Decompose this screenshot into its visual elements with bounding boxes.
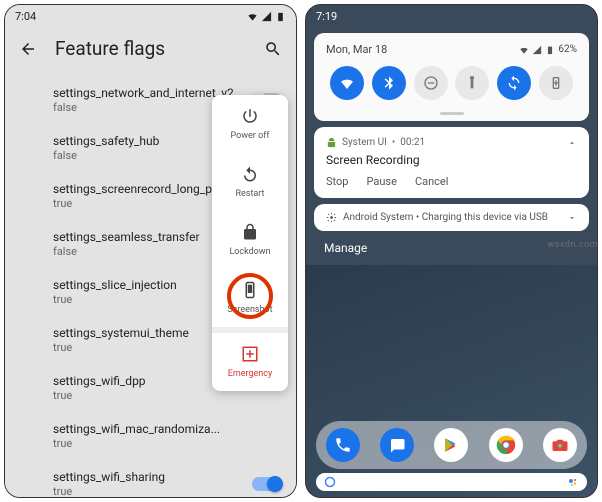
back-icon[interactable] [19,40,37,58]
toggle-switch[interactable] [252,477,282,491]
app-bar: Feature flags [5,27,296,76]
play-store-app-icon[interactable] [434,428,468,462]
flag-row[interactable]: settings_wifi_mac_randomiza...true [53,412,296,460]
flag-row[interactable]: settings_wifi_sharingtrue [53,460,296,497]
home-screen [306,265,597,497]
qs-header: Mon, Mar 18 62% [326,43,577,56]
phone-app-icon[interactable] [326,428,360,462]
qs-bluetooth-tile[interactable] [372,66,406,100]
search-pill[interactable] [316,473,587,491]
emergency-icon [241,345,259,363]
signal-icon [261,11,272,22]
signal-icon [532,45,542,55]
gear-icon [326,212,337,223]
qs-wifi-tile[interactable] [330,66,364,100]
page-title: Feature flags [55,37,246,60]
lockdown-button[interactable]: Lockdown [212,211,288,269]
battery-percent: 62% [558,44,577,55]
cancel-button[interactable]: Cancel [415,175,448,188]
dock [316,421,587,469]
annotation-highlight [227,273,273,319]
battery-icon [275,11,286,22]
watermark: wsxdn.com [548,240,598,250]
restart-button[interactable]: Restart [212,153,288,211]
qs-battery-saver-tile[interactable] [539,66,573,100]
phone-right-notification-shade: 7:19 Mon, Mar 18 62% [305,4,598,498]
android-icon [326,137,337,148]
status-bar: 7:19 [306,5,597,27]
qs-tiles-row [326,66,577,108]
notif-title: Screen Recording [326,153,577,167]
screenshot-button[interactable]: Screenshot [212,269,288,327]
camera-app-icon[interactable] [543,428,577,462]
status-time: 7:04 [15,10,36,23]
search-icon[interactable] [264,40,282,58]
power-menu: Power off Restart Lockdown Screenshot Em… [212,95,288,391]
notif-time: 00:21 [400,137,425,148]
status-time: 7:19 [316,10,337,23]
stop-button[interactable]: Stop [326,175,348,188]
expand-handle[interactable] [440,112,464,115]
notif-app: System UI [342,137,387,148]
qs-flashlight-tile[interactable] [455,66,489,100]
assistant-icon[interactable] [567,476,579,488]
lock-icon [241,223,259,241]
notif-actions: Stop Pause Cancel [326,175,577,188]
wifi-icon [519,45,529,55]
status-icons [247,11,286,22]
messages-app-icon[interactable] [380,428,414,462]
phone-left-feature-flags: 7:04 Feature flags settings_network_and_… [4,4,297,498]
google-icon [324,476,336,488]
qs-status-icons: 62% [519,44,577,55]
notification-shade[interactable]: Mon, Mar 18 62% [306,27,597,121]
chevron-down-icon[interactable] [567,213,577,223]
quick-settings-panel: Mon, Mar 18 62% [314,33,589,121]
pause-button[interactable]: Pause [366,175,396,188]
emergency-button[interactable]: Emergency [212,333,288,391]
qs-autorotate-tile[interactable] [497,66,531,100]
notif-text: Android System • Charging this device vi… [343,212,548,223]
power-off-button[interactable]: Power off [212,95,288,153]
date-label: Mon, Mar 18 [326,43,387,56]
wifi-icon [247,11,258,22]
chrome-app-icon[interactable] [489,428,523,462]
notification-charging[interactable]: Android System • Charging this device vi… [314,204,589,231]
qs-dnd-tile[interactable] [414,66,448,100]
restart-icon [241,165,259,183]
battery-icon [545,45,555,55]
status-bar: 7:04 [5,5,296,27]
notification-screen-recording[interactable]: System UI • 00:21 Screen Recording Stop … [314,127,589,198]
power-icon [241,107,259,125]
chevron-up-icon[interactable] [567,138,577,148]
